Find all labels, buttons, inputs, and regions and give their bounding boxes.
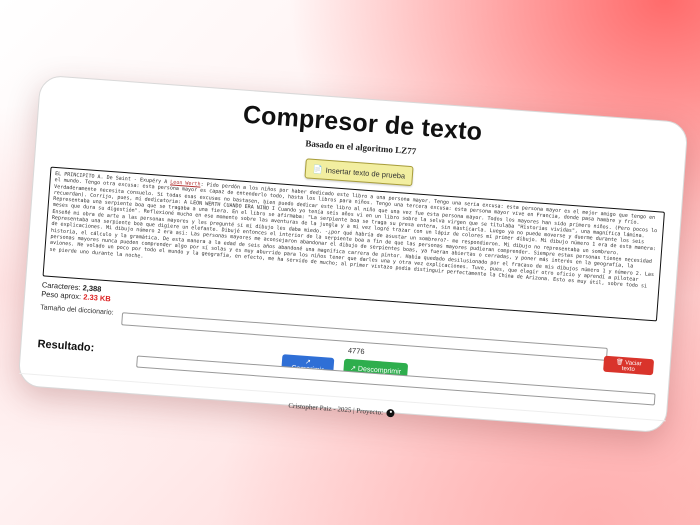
result-label: Resultado:: [37, 338, 95, 355]
compressor-card: Compresor de texto Basado en el algoritm…: [17, 74, 689, 434]
insert-sample-label: Insertar texto de prueba: [325, 165, 406, 181]
github-icon[interactable]: ●: [386, 409, 396, 418]
clear-text-label: Vaciar texto: [621, 359, 642, 373]
dictionary-value: 4776: [347, 345, 365, 357]
text-body: : Pido perdón a los niños por haber dedi…: [49, 177, 658, 290]
clear-text-button[interactable]: 🗑 Vaciar texto: [603, 355, 655, 376]
weight-label: Peso aprox:: [40, 289, 82, 302]
weight-value: 2.33 KB: [82, 292, 112, 304]
dictionary-label: Tamaño del diccionario:: [39, 304, 114, 317]
insert-sample-button[interactable]: 📄 Insertar texto de prueba: [304, 158, 414, 187]
footer-text: Cristopher Paiz - 2025 | Proyecto:: [288, 401, 384, 417]
document-icon: 📄: [312, 164, 324, 175]
